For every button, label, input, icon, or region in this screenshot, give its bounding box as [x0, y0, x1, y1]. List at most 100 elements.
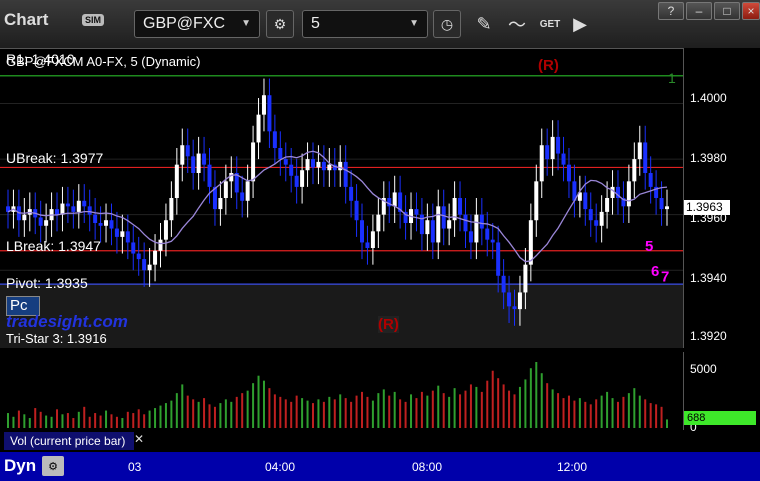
candle-body	[354, 200, 359, 221]
candle-body	[125, 231, 130, 243]
candle-body	[365, 242, 370, 248]
volume-bar	[12, 416, 15, 428]
candle-body	[305, 159, 310, 171]
right-marker: 1	[668, 70, 676, 86]
candle-body	[93, 214, 98, 223]
volume-bar	[410, 394, 413, 428]
candle-body	[392, 192, 397, 207]
price-tick: 1.3920	[690, 329, 727, 343]
volume-bar	[235, 396, 238, 428]
dyn-toggle-icon[interactable]: ⚙	[42, 456, 64, 476]
candle-body	[104, 220, 109, 226]
settings-gear-icon[interactable]: ⚙	[266, 10, 294, 38]
volume-bar	[404, 401, 407, 428]
candle-body	[174, 164, 179, 198]
volume-bar	[159, 405, 162, 428]
time-label: 12:00	[557, 460, 588, 474]
clock-icon[interactable]: ◷	[433, 10, 461, 38]
maximize-button[interactable]: □	[714, 2, 740, 20]
volume-bar	[382, 389, 385, 428]
indicator-icon[interactable]: 〜	[503, 10, 531, 38]
volume-bar	[644, 399, 647, 428]
candle-body	[463, 214, 468, 232]
volume-bar	[203, 398, 206, 428]
volume-bar	[350, 401, 353, 428]
play-icon[interactable]: ▶	[566, 10, 594, 38]
candle-body	[659, 198, 664, 210]
volume-bar	[366, 396, 369, 428]
volume-bar	[535, 362, 538, 428]
candle-body	[376, 214, 381, 232]
close-icon[interactable]: ✕	[134, 432, 144, 446]
volume-bar	[627, 393, 630, 428]
price-chart[interactable]: 5 6 7	[0, 48, 683, 348]
time-label: 03	[128, 460, 142, 474]
candle-body	[191, 156, 196, 173]
volume-bar	[34, 408, 37, 428]
candle-body	[626, 181, 631, 207]
volume-bar	[61, 414, 64, 428]
volume-bar	[295, 395, 298, 428]
price-tick: 1.4000	[690, 91, 727, 105]
volume-bar	[164, 403, 167, 428]
volume-bar	[224, 399, 227, 428]
volume-bar	[246, 390, 249, 428]
candle-body	[131, 242, 136, 254]
volume-bar	[257, 375, 260, 428]
candle-body	[294, 175, 299, 187]
symbol-selector[interactable]: GBP@FXC ▼	[134, 10, 260, 38]
candle-body	[610, 186, 615, 198]
candle-body	[637, 142, 642, 160]
candle-body	[158, 239, 163, 251]
volume-bar	[540, 373, 543, 428]
volume-bar	[328, 396, 331, 428]
minimize-button[interactable]: –	[686, 2, 712, 20]
candle-body	[321, 161, 326, 171]
volume-bar	[611, 398, 614, 428]
candle-body	[316, 161, 321, 168]
volume-bar	[399, 399, 402, 428]
sequence-mark: 6	[651, 263, 659, 280]
pencil-icon[interactable]: ✎	[470, 10, 498, 38]
symbol-value: GBP@FXC	[143, 15, 226, 32]
volume-chart[interactable]	[0, 352, 683, 430]
candle-body	[599, 211, 604, 226]
volume-bar	[557, 393, 560, 428]
candle-body	[300, 170, 305, 187]
sim-badge: SIM	[82, 14, 105, 26]
volume-bar	[562, 398, 565, 428]
candle-body	[447, 220, 452, 229]
volume-bar	[39, 411, 42, 428]
pivot-label: Pivot: 1.3935	[6, 275, 88, 291]
volume-bar	[208, 404, 211, 428]
time-label: 08:00	[412, 460, 443, 474]
candle-body	[114, 228, 119, 237]
candle-body	[142, 259, 147, 271]
get-icon[interactable]: GET	[536, 10, 564, 38]
chevron-down-icon: ▼	[241, 18, 251, 29]
volume-bar	[99, 415, 102, 428]
volume-bar	[279, 396, 282, 428]
interval-selector[interactable]: 5 ▼	[302, 10, 428, 38]
candle-body	[44, 220, 49, 226]
volume-bar	[115, 416, 118, 428]
candle-body	[147, 264, 152, 271]
help-button[interactable]: ?	[658, 2, 684, 20]
candle-body	[153, 250, 158, 265]
volume-bar	[361, 391, 364, 428]
candle-body	[98, 223, 103, 226]
close-button[interactable]: ×	[742, 2, 760, 20]
candle-body	[458, 198, 463, 215]
volume-bar	[600, 395, 603, 428]
dyn-label: Dyn	[4, 456, 37, 475]
volume-bar	[137, 409, 140, 428]
volume-bar	[638, 395, 641, 428]
volume-bar	[66, 413, 69, 428]
volume-tick: 5000	[690, 362, 717, 376]
volume-bar	[371, 400, 374, 428]
volume-bar	[333, 399, 336, 428]
volume-bar	[170, 400, 173, 428]
candle-body	[267, 95, 272, 132]
volume-bar	[28, 418, 31, 428]
candle-body	[370, 231, 375, 248]
